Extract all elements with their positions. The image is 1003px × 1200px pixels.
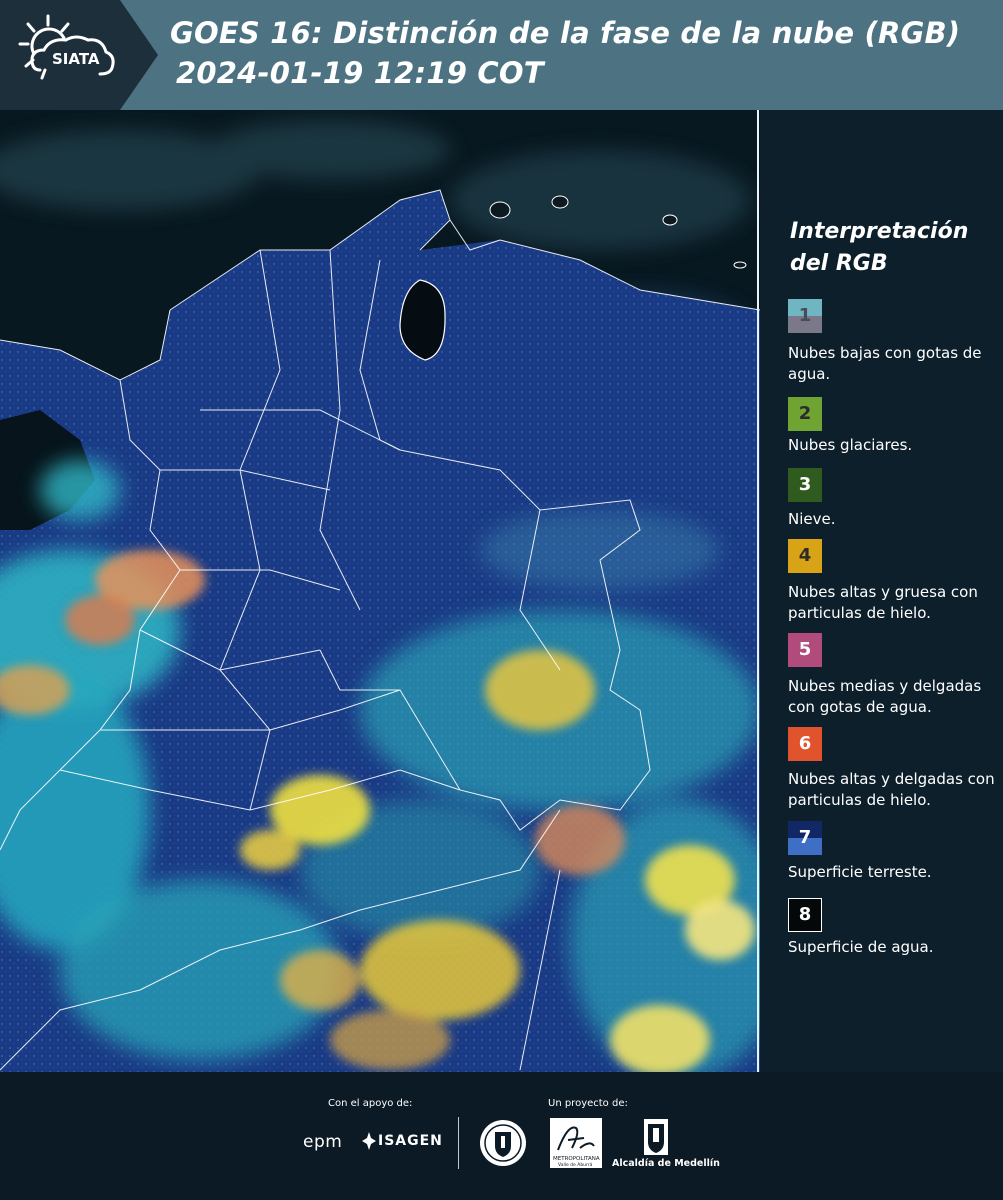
alcaldia-label: Alcaldía de Medellín (612, 1158, 720, 1169)
legend-label: Nieve. (788, 510, 836, 528)
legend-label: Nubes altas y delgadas con particulas de… (788, 770, 995, 809)
isagen-logo: ISAGEN (378, 1133, 443, 1149)
satellite-map (0, 110, 760, 1072)
legend-title: Interpretación del RGB (790, 216, 990, 280)
epm-logo: epm (303, 1132, 343, 1152)
legend-label: Nubes altas y gruesa con particulas de h… (788, 583, 978, 622)
legend-number: 4 (798, 545, 812, 566)
area-logo-line2: Valle de Aburrá (558, 1161, 593, 1168)
legend-title-line1: Interpretación (790, 219, 969, 244)
timestamp: 2024-01-19 12:19 COT (176, 56, 544, 90)
legend-number: 7 (798, 827, 812, 848)
siata-logo-icon: SIATA (18, 14, 115, 80)
legend-number: 6 (798, 733, 812, 754)
project-label: Un proyecto de: (548, 1098, 628, 1109)
legend-swatch-8: 8 (788, 898, 822, 932)
area-metropolitana-logo-icon: METROPOLITANA Valle de Aburrá (550, 1118, 602, 1168)
legend-swatch-2: 2 (788, 397, 822, 431)
legend-number: 8 (798, 904, 812, 925)
legend-label: Superficie de agua. (788, 938, 934, 956)
legend-title-line2: del RGB (790, 251, 888, 276)
legend-swatch-7: 7 (788, 821, 822, 855)
legend-number: 5 (798, 639, 812, 660)
support-label: Con el apoyo de: (328, 1098, 413, 1109)
page-title: GOES 16: Distinción de la fase de la nub… (170, 16, 961, 50)
legend-label: Nubes glaciares. (788, 436, 913, 454)
footer-divider (458, 1117, 459, 1169)
legend-number: 2 (798, 403, 812, 424)
legend-label: Nubes medias y delgadas con gotas de agu… (788, 677, 982, 716)
footer: Con el apoyo de: Un proyecto de: epm ISA… (0, 1072, 1003, 1200)
legend-swatch-4: 4 (788, 539, 822, 573)
legend-swatch-5: 5 (788, 633, 822, 667)
legend-number: 1 (798, 305, 812, 326)
map-edge-line (757, 110, 759, 1072)
legend-label: Superficie terreste. (788, 863, 932, 881)
legend-swatch-1: 1 (788, 299, 822, 333)
legend-panel: Interpretación del RGB 1 Nubes bajas con … (760, 110, 1003, 1072)
area-logo-line1: METROPOLITANA (553, 1156, 600, 1162)
legend-swatch-6: 6 (788, 727, 822, 761)
siata-logo-text: SIATA (52, 50, 100, 68)
legend-swatch-3: 3 (788, 468, 822, 502)
isagen-logo-icon (362, 1132, 376, 1150)
legend-label: Nubes bajas con gotas de agua. (788, 344, 982, 383)
alcaldia-shield-icon (644, 1119, 668, 1155)
legend-number: 3 (798, 474, 812, 495)
medellin-seal-icon (480, 1120, 526, 1166)
header: SIATA GOES 16: Distinción de la fase de … (0, 0, 1003, 110)
satellite-image (0, 110, 760, 1072)
